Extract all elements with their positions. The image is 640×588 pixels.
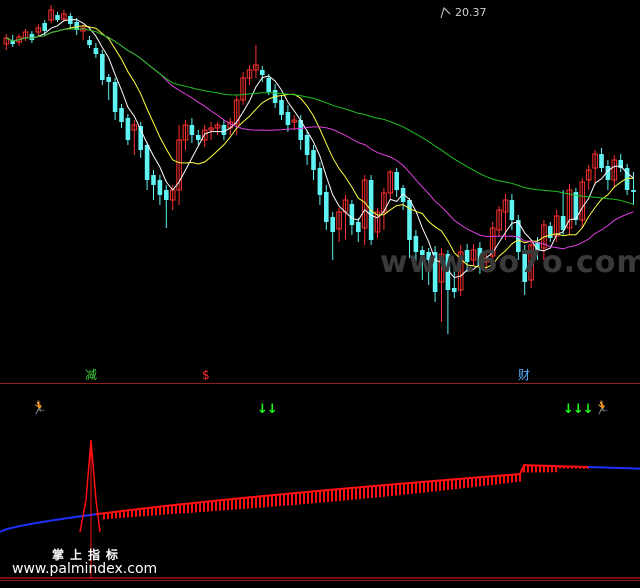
candle-body bbox=[618, 160, 623, 168]
candle-body bbox=[317, 168, 323, 195]
signal-label-wealth: 财 bbox=[518, 368, 531, 382]
candle-body bbox=[87, 40, 92, 45]
candle-body bbox=[407, 200, 412, 240]
candle-body bbox=[42, 23, 47, 31]
candle-body bbox=[189, 125, 195, 135]
candle-body bbox=[311, 150, 316, 170]
candle-body bbox=[125, 118, 131, 140]
candle-body bbox=[509, 200, 515, 220]
candle-body bbox=[330, 217, 335, 232]
candle-body bbox=[55, 15, 60, 20]
watermark: www.6o7o.com bbox=[380, 245, 640, 280]
candle-body bbox=[266, 78, 271, 92]
candle-body bbox=[100, 54, 105, 80]
runner-icon: 🏃 bbox=[594, 401, 611, 416]
signal-label-dollar: $ bbox=[202, 368, 210, 382]
site-url: www.palmindex.com bbox=[12, 561, 158, 577]
indicator-name: 掌上指标 bbox=[52, 548, 125, 562]
candle-body bbox=[304, 135, 310, 155]
candle-body bbox=[349, 204, 355, 225]
peak-marker bbox=[440, 7, 451, 19]
indicator-line-blue-end bbox=[587, 466, 640, 470]
candle-body bbox=[119, 108, 124, 122]
peak-price-label: 20.37 bbox=[455, 6, 487, 19]
candle-body bbox=[285, 112, 291, 125]
candle-body bbox=[599, 154, 604, 168]
candle-body bbox=[157, 180, 163, 195]
candle-body bbox=[151, 175, 156, 185]
candle-body bbox=[324, 192, 329, 222]
runner-icon: 🏃 bbox=[31, 401, 48, 416]
candle-body bbox=[106, 77, 111, 82]
candle-body bbox=[112, 82, 118, 112]
candle-body bbox=[356, 222, 361, 232]
candle-body bbox=[93, 48, 99, 54]
down-arrow-icon: ↓↓↓ bbox=[563, 402, 594, 417]
candle-body bbox=[631, 190, 636, 192]
candle-body bbox=[548, 226, 553, 238]
candle-body bbox=[164, 190, 169, 200]
candle-body bbox=[221, 125, 227, 135]
candle-body bbox=[144, 145, 150, 180]
indicator-line-blue bbox=[0, 512, 101, 533]
down-arrow-icon: ↓↓ bbox=[257, 402, 278, 417]
candle-body bbox=[452, 288, 457, 292]
candle-body bbox=[196, 135, 201, 140]
indicator-spike bbox=[79, 439, 101, 533]
indicator-line-red bbox=[95, 464, 589, 516]
candle-body bbox=[279, 100, 284, 115]
signal-label-reduce: 减 bbox=[85, 368, 98, 382]
chart-canvas[interactable] bbox=[0, 0, 640, 588]
candle-body bbox=[394, 172, 399, 190]
candle-body bbox=[29, 34, 35, 40]
candle-body bbox=[260, 70, 265, 75]
stock-chart-window: 20.37 www.6o7o.com 减 $ 财 🏃 ↓↓ ↓↓↓ 🏃 掌上指标… bbox=[0, 0, 640, 588]
